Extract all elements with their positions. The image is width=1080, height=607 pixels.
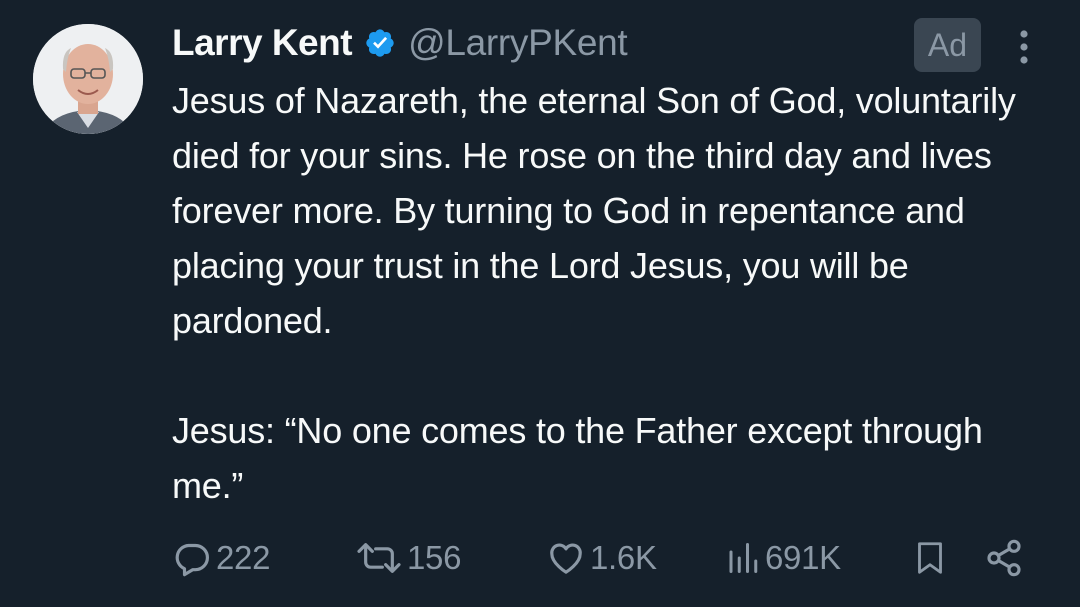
reply-icon (172, 538, 212, 578)
tweet-text: Jesus of Nazareth, the eternal Son of Go… (172, 80, 1016, 506)
author-handle[interactable]: @LarryPKent (408, 22, 628, 64)
ad-badge: Ad (914, 18, 981, 72)
retweet-button[interactable]: 156 (355, 530, 461, 586)
retweet-count: 156 (407, 539, 462, 576)
bookmark-icon (912, 538, 948, 578)
more-icon[interactable] (1012, 28, 1036, 68)
reply-count: 222 (216, 539, 271, 576)
like-icon (546, 538, 586, 578)
like-button[interactable]: 1.6K (546, 530, 657, 586)
share-button[interactable] (984, 530, 1024, 586)
views-count: 691K (765, 539, 841, 576)
avatar[interactable] (33, 24, 143, 134)
tweet[interactable]: Larry Kent @LarryPKent Ad Jesus of Nazar… (0, 0, 1080, 607)
tweet-header: Larry Kent @LarryPKent (172, 18, 628, 68)
author-name[interactable]: Larry Kent (172, 22, 353, 64)
views-icon (725, 538, 761, 578)
reply-button[interactable]: 222 (172, 530, 270, 586)
retweet-icon (355, 538, 403, 578)
bookmark-button[interactable] (912, 530, 948, 586)
verified-badge-icon[interactable] (364, 27, 396, 59)
views-button[interactable]: 691K (725, 530, 841, 586)
like-count: 1.6K (590, 539, 657, 576)
share-icon (984, 538, 1024, 578)
action-bar: 222 156 1.6K 691K (172, 530, 1032, 586)
